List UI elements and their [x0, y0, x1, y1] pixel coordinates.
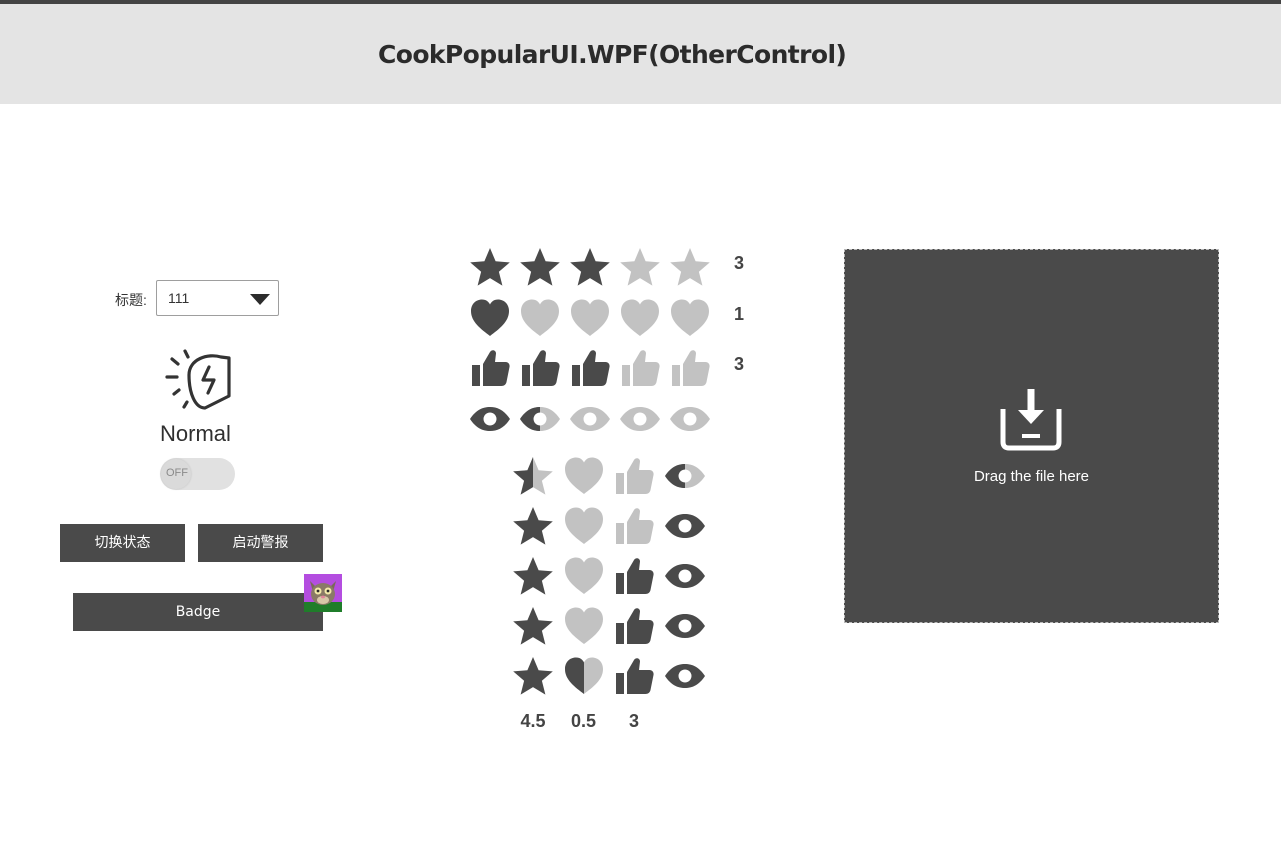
star-icon[interactable] [511, 604, 555, 648]
title-combobox[interactable]: 111 [156, 280, 279, 316]
thumb-icon[interactable] [612, 454, 656, 498]
heart-icon[interactable] [468, 296, 512, 340]
download-tray-icon [1000, 389, 1062, 451]
eye-icon[interactable] [663, 654, 707, 698]
eye-rating-column[interactable] [663, 454, 707, 704]
eye-icon[interactable] [663, 554, 707, 598]
eye-icon[interactable] [518, 397, 562, 441]
combobox-value: 111 [168, 290, 190, 306]
thumb-rating-column[interactable] [612, 454, 656, 704]
thumb-icon[interactable] [612, 654, 656, 698]
rating-value: 3 [734, 253, 745, 273]
page-title: CookPopularUI.WPF(OtherControl) [378, 40, 847, 69]
title-label: 标题: [115, 292, 147, 308]
thumb-icon[interactable] [618, 346, 662, 390]
heart-icon[interactable] [518, 296, 562, 340]
chevron-down-icon [250, 294, 270, 305]
header-bar: CookPopularUI.WPF(OtherControl) [0, 4, 1281, 104]
thumb-icon[interactable] [612, 604, 656, 648]
rating-value: 3 [734, 354, 745, 374]
heart-icon[interactable] [668, 296, 712, 340]
thumb-icon[interactable] [612, 554, 656, 598]
thumb-icon[interactable] [468, 346, 512, 390]
toggle-label: OFF [166, 467, 188, 479]
switch-state-button[interactable]: 切换状态 [60, 524, 185, 562]
heart-rating-column[interactable] [562, 454, 606, 704]
eye-icon[interactable] [468, 397, 512, 441]
heart-icon[interactable] [568, 296, 612, 340]
eye-icon[interactable] [568, 397, 612, 441]
heart-icon[interactable] [562, 454, 606, 498]
star-icon[interactable] [468, 245, 512, 289]
star-icon[interactable] [511, 654, 555, 698]
star-icon[interactable] [511, 454, 555, 498]
star-icon[interactable] [511, 504, 555, 548]
thumb-icon[interactable] [612, 504, 656, 548]
alarm-state-text: Normal [160, 421, 231, 446]
badge-button[interactable]: Badge [73, 593, 323, 631]
eye-icon[interactable] [663, 504, 707, 548]
star-icon[interactable] [511, 554, 555, 598]
eye-icon[interactable] [618, 397, 662, 441]
heart-icon[interactable] [618, 296, 662, 340]
heart-icon[interactable] [562, 604, 606, 648]
thumb-icon[interactable] [518, 346, 562, 390]
rating-value: 1 [734, 303, 745, 324]
star-rating-column[interactable] [511, 454, 555, 704]
eye-icon[interactable] [663, 454, 707, 498]
heart-icon[interactable] [562, 504, 606, 548]
star-icon[interactable] [568, 245, 612, 289]
rating-value: 3 [628, 711, 639, 731]
file-drop-zone[interactable]: Drag the file here [844, 249, 1219, 623]
thumb-icon[interactable] [568, 346, 612, 390]
heart-icon[interactable] [562, 554, 606, 598]
heart-icon[interactable] [562, 654, 606, 698]
star-icon[interactable] [618, 245, 662, 289]
start-alarm-button[interactable]: 启动警报 [198, 524, 323, 562]
alarm-light-icon [165, 349, 231, 410]
eye-icon[interactable] [663, 604, 707, 648]
eye-icon[interactable] [668, 397, 712, 441]
star-icon[interactable] [518, 245, 562, 289]
star-icon[interactable] [668, 245, 712, 289]
alarm-toggle-switch[interactable]: OFF [160, 458, 235, 490]
drop-zone-text: Drag the file here [973, 468, 1090, 485]
thumb-icon[interactable] [668, 346, 712, 390]
badge-avatar [304, 574, 342, 612]
